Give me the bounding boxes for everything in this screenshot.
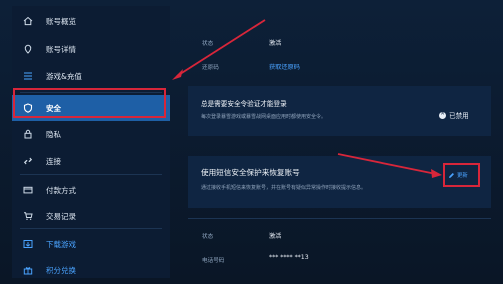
sms-protection-panel <box>188 156 491 208</box>
sidebar-item-label: 账号概览 <box>46 16 76 26</box>
sidebar-item-payment-methods[interactable]: 付款方式 <box>12 177 170 203</box>
sms-status-label: 状态 <box>202 234 214 240</box>
update-sms-label: 更新 <box>457 173 468 179</box>
authenticator-status[interactable]: ✕ 已禁用 <box>439 110 469 120</box>
sidebar-item-label: 连接 <box>46 156 61 166</box>
home-icon <box>21 14 35 28</box>
divider <box>188 218 491 219</box>
sidebar: 账号概览 账号详情 游戏&充值 安全 隐私 连接 付款方式 交易记录 下载游戏 … <box>12 6 170 278</box>
update-sms-button[interactable]: 更新 <box>448 171 468 179</box>
sidebar-item-label: 下载游戏 <box>46 239 76 249</box>
sms-status-value: 激活 <box>269 233 282 240</box>
authenticator-status-text: 已禁用 <box>449 112 469 120</box>
sidebar-item-label: 交易记录 <box>46 211 76 221</box>
gift-icon <box>21 263 35 277</box>
recovery-code-label: 还原码 <box>202 65 219 71</box>
sidebar-item-privacy[interactable]: 隐私 <box>12 121 170 147</box>
authenticator-login-title: 总是需要安全令验证才能登录 <box>201 100 287 108</box>
shield-icon <box>21 101 35 115</box>
location-icon <box>21 42 35 56</box>
sidebar-item-download-games[interactable]: 下载游戏 <box>12 231 170 257</box>
phone-number-value: *** **** **13 <box>269 254 309 261</box>
get-recovery-code-link[interactable]: 获取还原码 <box>269 62 300 71</box>
cart-icon <box>21 209 35 223</box>
sidebar-item-label: 游戏&充值 <box>46 71 82 81</box>
sidebar-item-connections[interactable]: 连接 <box>12 148 170 174</box>
sidebar-item-account-details[interactable]: 账号详情 <box>12 36 170 62</box>
arrow-head-icon <box>172 69 183 80</box>
status-label: 状态 <box>202 41 214 47</box>
annotation-arrow-to-security <box>176 19 266 77</box>
sidebar-item-label: 积分兑换 <box>46 265 76 275</box>
lock-icon <box>21 127 35 141</box>
divider <box>20 228 162 229</box>
pencil-icon <box>449 172 454 178</box>
sidebar-item-account-overview[interactable]: 账号概览 <box>12 8 170 34</box>
download-icon <box>21 237 35 251</box>
sms-protection-title: 使用短信安全保护来恢复账号 <box>201 168 300 177</box>
sidebar-item-label: 隐私 <box>46 129 61 139</box>
disabled-icon: ✕ <box>439 111 446 119</box>
sidebar-item-label: 安全 <box>46 103 61 113</box>
sidebar-item-label: 付款方式 <box>46 185 76 195</box>
sms-protection-desc: 通过接收手机短信来恢复账号，并在账号有疑似异常操作时接收提示信息。 <box>201 185 367 191</box>
sidebar-item-points-redeem[interactable]: 积分兑换 <box>12 257 170 283</box>
sidebar-item-security[interactable]: 安全 <box>12 95 170 121</box>
authenticator-login-desc: 每次登录暴雪游戏或暴雪战网桌面应用时都使用安全令。 <box>201 114 327 120</box>
sidebar-item-transactions[interactable]: 交易记录 <box>12 203 170 229</box>
status-value: 激活 <box>269 40 282 47</box>
divider <box>20 174 162 175</box>
sidebar-item-games-recharge[interactable]: 游戏&充值 <box>12 63 170 89</box>
link-icon <box>21 154 35 168</box>
sidebar-item-label: 账号详情 <box>46 44 76 54</box>
list-icon <box>21 69 35 83</box>
divider <box>20 92 162 93</box>
card-icon <box>21 183 35 197</box>
phone-number-label: 电话号码 <box>202 258 225 264</box>
account-security-page: 账号概览 账号详情 游戏&充值 安全 隐私 连接 付款方式 交易记录 下载游戏 … <box>0 0 503 284</box>
